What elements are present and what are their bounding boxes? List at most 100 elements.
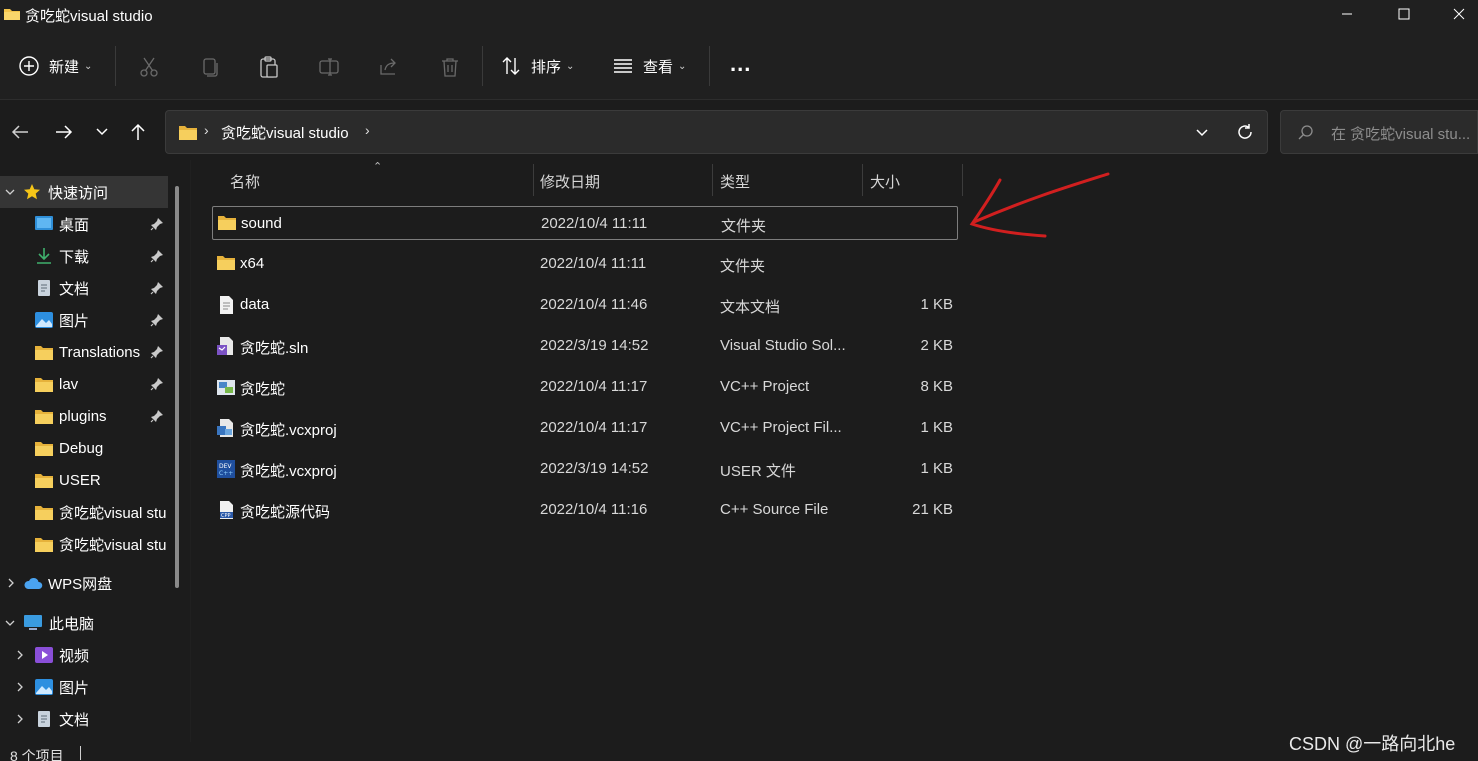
folder-icon <box>218 216 236 230</box>
sidebar-item-quick-access[interactable]: 快速访问 <box>0 176 168 208</box>
file-name: 贪吃蛇 <box>240 381 286 398</box>
column-header-modified[interactable]: 修改日期 <box>540 166 600 196</box>
sort-button[interactable]: 排序 ⌄ <box>500 52 574 80</box>
column-header-type[interactable]: 类型 <box>720 166 750 196</box>
search-placeholder: 在 贪吃蛇visual stu... <box>1331 126 1471 143</box>
sidebar-item-label: lav <box>59 375 79 393</box>
maximize-button[interactable] <box>1381 0 1427 28</box>
file-name: 贪吃蛇.vcxproj <box>240 422 337 439</box>
chevron-down-icon <box>5 189 15 195</box>
sidebar-item-pc-0[interactable]: 视频 <box>0 639 168 671</box>
column-divider[interactable] <box>533 164 534 196</box>
sidebar-item-this-pc[interactable]: 此电脑 <box>0 607 168 639</box>
copy-icon[interactable] <box>199 56 221 78</box>
sidebar-item-quick-5[interactable]: lav <box>0 368 168 400</box>
pin-icon[interactable] <box>150 409 164 423</box>
recent-locations-button[interactable] <box>88 118 116 146</box>
rename-icon[interactable] <box>318 56 340 78</box>
sidebar-item-label: 图片 <box>59 312 90 330</box>
watermark: CSDN @一路向北he <box>1289 734 1456 754</box>
minimize-icon <box>1342 13 1352 15</box>
address-bar[interactable]: › 贪吃蛇visual studio › <box>165 110 1268 154</box>
file-row[interactable]: 贪吃蛇 2022/10/4 11:17 VC++ Project 8 KB <box>212 370 958 404</box>
column-divider[interactable] <box>862 164 863 196</box>
sidebar-item-pc-2[interactable]: 文档 <box>0 703 168 735</box>
sidebar-item-wps[interactable]: WPS网盘 <box>0 567 168 599</box>
pin-icon[interactable] <box>150 377 164 391</box>
pin-icon[interactable] <box>150 249 164 263</box>
close-button[interactable] <box>1436 0 1478 28</box>
sort-ascending-icon: ⌃ <box>373 161 383 173</box>
pin-icon[interactable] <box>150 217 164 231</box>
pin-icon[interactable] <box>150 345 164 359</box>
new-button[interactable]: 新建 ⌄ <box>18 52 92 80</box>
sidebar-item-quick-1[interactable]: 下载 <box>0 240 168 272</box>
folder-icon <box>179 126 197 140</box>
picture-icon <box>35 679 53 695</box>
file-size: 2 KB <box>920 337 953 354</box>
file-row[interactable]: 贪吃蛇.sln 2022/3/19 14:52 Visual Studio Sol.… <box>212 329 958 363</box>
sidebar-item-label: plugins <box>59 407 107 425</box>
more-options-button[interactable]: ... <box>730 50 751 78</box>
search-box[interactable]: 在 贪吃蛇visual stu... <box>1280 110 1478 154</box>
status-bar <box>0 742 1478 761</box>
chevron-down-icon[interactable] <box>1194 125 1210 141</box>
sidebar-item-quick-0[interactable]: 桌面 <box>0 208 168 240</box>
breadcrumb-current[interactable]: 贪吃蛇visual studio <box>221 122 349 143</box>
up-button[interactable] <box>124 118 152 146</box>
delete-icon[interactable] <box>439 56 461 78</box>
back-button[interactable] <box>6 118 34 146</box>
paste-icon[interactable] <box>258 55 280 79</box>
file-row[interactable]: data 2022/10/4 11:46 文本文档 1 KB <box>212 288 958 322</box>
folder-icon <box>35 505 53 520</box>
cut-icon[interactable] <box>138 56 160 78</box>
file-row[interactable]: 贪吃蛇.vcxproj 2022/10/4 11:17 VC++ Project F… <box>212 411 958 445</box>
minimize-button[interactable] <box>1324 0 1370 28</box>
share-icon[interactable] <box>378 56 400 78</box>
sidebar-item-quick-2[interactable]: 文档 <box>0 272 168 304</box>
plus-circle-icon <box>19 56 39 76</box>
file-type: C++ Source File <box>720 501 829 518</box>
chevron-right-icon <box>17 650 23 660</box>
sidebar-scrollbar[interactable] <box>175 186 179 588</box>
column-header-name[interactable]: 名称 <box>230 166 260 196</box>
toolbar-divider <box>482 46 483 86</box>
chevron-right-icon <box>17 682 23 692</box>
chevron-down-icon <box>96 128 108 136</box>
folder-icon <box>35 409 53 424</box>
folder-icon <box>35 377 53 392</box>
sidebar-item-pc-1[interactable]: 图片 <box>0 671 168 703</box>
sidebar-item-quick-6[interactable]: plugins <box>0 400 168 432</box>
sidebar-item-quick-9[interactable]: 贪吃蛇visual stu <box>0 496 168 528</box>
search-icon <box>1298 125 1313 140</box>
file-type: VC++ Project Fil... <box>720 419 842 436</box>
sidebar-item-quick-3[interactable]: 图片 <box>0 304 168 336</box>
folder-icon <box>4 9 20 20</box>
sidebar-item-quick-4[interactable]: Translations <box>0 336 168 368</box>
chevron-right-icon[interactable]: › <box>365 122 370 138</box>
file-row[interactable]: DEV C++ 贪吃蛇.vcxproj 2022/3/19 14:52 USER 文件 1… <box>212 452 958 486</box>
sidebar-item-quick-8[interactable]: USER <box>0 464 168 496</box>
sidebar-item-quick-7[interactable]: Debug <box>0 432 168 464</box>
forward-button[interactable] <box>50 118 78 146</box>
refresh-icon[interactable] <box>1235 122 1255 142</box>
pin-icon[interactable] <box>150 281 164 295</box>
view-button[interactable]: 查看 ⌄ <box>612 52 686 80</box>
sidebar-item-quick-10[interactable]: 贪吃蛇visual stu <box>0 528 168 560</box>
chevron-right-icon <box>8 578 14 588</box>
column-divider[interactable] <box>712 164 713 196</box>
chevron-down-icon: ⌄ <box>678 60 687 72</box>
file-name: sound <box>241 215 282 232</box>
cloud-icon <box>24 577 43 589</box>
file-row[interactable]: CPP 贪吃蛇源代码 2022/10/4 11:16 C++ Source File 2… <box>212 493 958 527</box>
sort-label: 排序 <box>531 58 562 76</box>
item-count: 8 个项目 <box>10 748 64 761</box>
pane-divider <box>190 160 191 742</box>
new-label: 新建 <box>49 58 80 76</box>
column-header-size[interactable]: 大小 <box>870 166 900 196</box>
toolbar-divider <box>115 46 116 86</box>
file-row[interactable]: x64 2022/10/4 11:11 文件夹 <box>212 247 958 281</box>
file-row[interactable]: sound 2022/10/4 11:11 文件夹 <box>212 206 958 240</box>
pin-icon[interactable] <box>150 313 164 327</box>
chevron-down-icon: ⌄ <box>84 60 93 72</box>
